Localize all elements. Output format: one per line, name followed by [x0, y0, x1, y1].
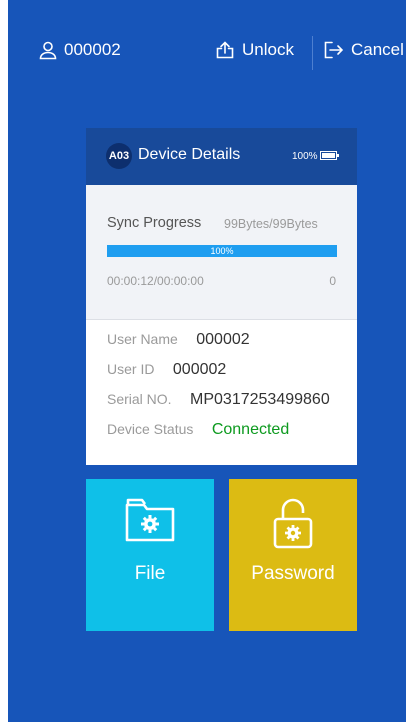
logout-icon: [323, 40, 345, 60]
sync-progress-bar: 100%: [107, 245, 337, 257]
lock-gear-icon: [229, 495, 357, 551]
unlock-button[interactable]: Unlock: [215, 40, 294, 60]
app-screen: 000002 Unlock Cancel A03 Device Details …: [8, 0, 406, 722]
current-user: 000002: [38, 40, 121, 60]
sync-time: 00:00:12/00:00:00: [107, 274, 204, 288]
unlock-label: Unlock: [242, 40, 294, 59]
password-label: Password: [251, 563, 335, 584]
progress-text: 100%: [210, 246, 234, 256]
card-title: Device Details: [138, 146, 241, 163]
divider: [312, 36, 313, 70]
status-value: Connected: [211, 421, 290, 438]
sync-bytes: 99Bytes/99Bytes: [224, 217, 318, 231]
folder-gear-icon: [86, 495, 214, 545]
battery-percent: 100%: [292, 151, 318, 162]
sync-count: 0: [329, 274, 336, 288]
device-details-card: A03 Device Details 100% Sync Progress 99…: [86, 128, 357, 465]
user-icon: [38, 40, 58, 60]
user-id-row: User ID 000002: [107, 361, 226, 379]
sync-progress-label: Sync Progress: [107, 215, 202, 231]
user-name-value: 000002: [196, 331, 250, 348]
serial-label: Serial NO.: [107, 391, 172, 407]
status-label: Device Status: [107, 421, 194, 437]
device-badge: A03: [106, 143, 132, 169]
user-id-label: User ID: [107, 361, 155, 377]
sync-section: Sync Progress 99Bytes/99Bytes 100% 00:00…: [86, 185, 357, 320]
cancel-label: Cancel: [351, 40, 404, 59]
top-bar: 000002 Unlock Cancel: [8, 36, 406, 70]
file-label: File: [134, 563, 166, 584]
cancel-button[interactable]: Cancel: [323, 40, 404, 60]
status-row: Device Status Connected: [107, 421, 289, 439]
upload-icon: [215, 40, 235, 60]
password-button[interactable]: Password: [229, 479, 357, 631]
serial-value: MP0317253499860: [190, 391, 330, 408]
current-user-id: 000002: [64, 40, 121, 59]
serial-row: Serial NO. MP0317253499860: [107, 391, 330, 409]
card-header: A03 Device Details 100%: [86, 128, 357, 185]
file-button[interactable]: File: [86, 479, 214, 631]
user-name-row: User Name 000002: [107, 331, 250, 349]
user-id-value: 000002: [172, 361, 227, 378]
user-name-label: User Name: [107, 331, 178, 347]
battery-icon: [320, 151, 339, 160]
